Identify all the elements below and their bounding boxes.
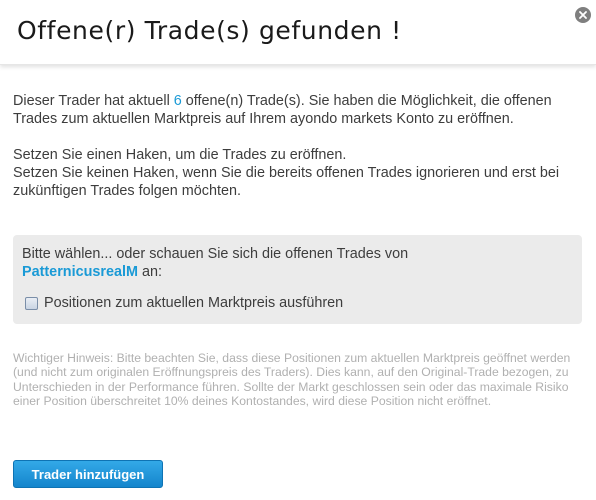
dialog-title: Offene(r) Trade(s) gefunden ! [17,16,402,45]
intro-text: Dieser Trader hat aktuell 6 offene(n) Tr… [13,92,583,218]
dialog-header: Offene(r) Trade(s) gefunden ! [0,0,596,65]
instruction-paragraph: Setzen Sie einen Haken, um die Trades zu… [13,146,583,200]
choice-prompt-text: an: [137,264,162,280]
execute-positions-option[interactable]: Positionen zum aktuellen Marktpreis ausf… [25,294,343,312]
intro-paragraph: Dieser Trader hat aktuell 6 offene(n) Tr… [13,92,583,128]
intro-text-part: Dieser Trader hat aktuell [13,93,174,109]
choice-prompt: Bitte wählen... oder schauen Sie sich di… [22,245,572,281]
add-trader-button[interactable]: Trader hinzufügen [13,460,163,488]
execute-positions-checkbox[interactable] [25,296,38,310]
instruction-line: Setzen Sie keinen Haken, wenn Sie die be… [13,165,560,199]
open-trades-count: 6 [173,93,182,109]
close-icon [579,11,587,19]
trader-name-link[interactable]: PatternicusrealM [22,264,138,280]
execute-positions-label[interactable]: Positionen zum aktuellen Marktpreis ausf… [44,295,343,311]
close-button[interactable] [575,7,591,23]
choice-prompt-text: Bitte wählen... oder schauen Sie sich di… [22,246,409,262]
important-notice: Wichtiger Hinweis: Bitte beachten Sie, d… [13,351,571,408]
instruction-line: Setzen Sie einen Haken, um die Trades zu… [13,147,347,163]
choice-panel: Bitte wählen... oder schauen Sie sich di… [13,235,582,324]
